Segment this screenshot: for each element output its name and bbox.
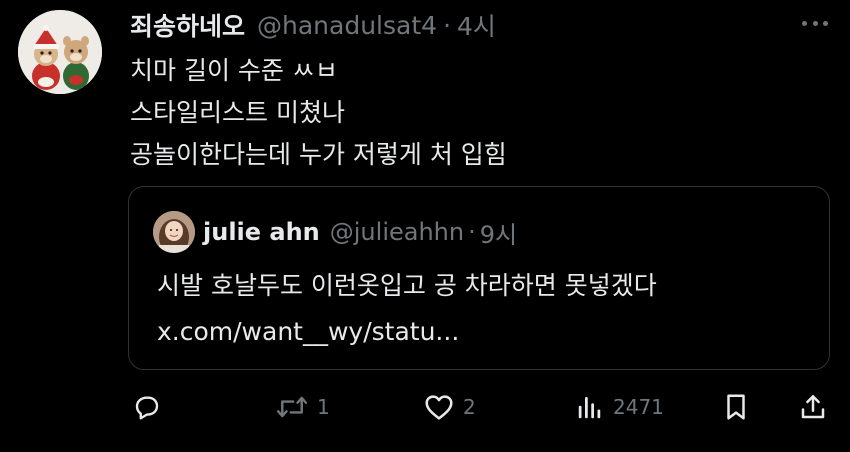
bookmark-button[interactable] bbox=[722, 384, 750, 430]
quoted-tweet-timestamp[interactable]: 9시 bbox=[480, 215, 517, 250]
quoted-author-avatar[interactable] bbox=[153, 211, 195, 253]
separator-dot: · bbox=[468, 218, 476, 246]
share-icon bbox=[801, 395, 825, 419]
quoted-tweet-card[interactable]: julie ahn @julieahhn · 9시 시발 호날두도 이런옷입고 … bbox=[128, 186, 830, 370]
like-button[interactable]: 2 bbox=[423, 384, 476, 430]
quoted-text-line: 시발 호날두도 이런옷입고 공 차라하면 못넣겠다 bbox=[157, 271, 657, 300]
more-dots-icon bbox=[802, 20, 807, 26]
retweet-icon bbox=[276, 396, 308, 418]
heart-icon bbox=[425, 395, 453, 420]
author-display-name[interactable]: 죄송하네오 bbox=[130, 7, 245, 43]
tweet-text-line: 치마 길이 수준 ㅆㅂ bbox=[130, 56, 338, 85]
views-count: 2471 bbox=[613, 395, 664, 419]
tweet-text-line: 스타일리스트 미쳤나 bbox=[130, 98, 345, 127]
quoted-tweet-text: 시발 호날두도 이런옷입고 공 차라하면 못넣겠다 x.com/want__wy… bbox=[157, 263, 657, 355]
like-count: 2 bbox=[463, 395, 476, 419]
more-options-button[interactable] bbox=[802, 13, 828, 33]
separator-dot: · bbox=[443, 10, 452, 40]
views-icon bbox=[578, 397, 601, 419]
quoted-author-name[interactable]: julie ahn bbox=[203, 218, 320, 246]
tweet-text: 치마 길이 수준 ㅆㅂ 스타일리스트 미쳤나 공놀이한다는데 누가 저렇게 처 … bbox=[130, 50, 507, 176]
plush-toys-avatar-icon bbox=[18, 10, 102, 94]
reply-icon bbox=[135, 396, 159, 420]
tweet-action-bar: 1 2 2471 bbox=[0, 384, 850, 430]
tweet-header: 죄송하네오 @hanadulsat4 · 4시 bbox=[130, 7, 496, 43]
tweet-text-line: 공놀이한다는데 누가 저렇게 처 입힘 bbox=[130, 140, 507, 169]
retweet-count: 1 bbox=[317, 395, 330, 419]
author-handle[interactable]: @hanadulsat4 bbox=[257, 11, 437, 40]
quoted-link[interactable]: x.com/want__wy/statu... bbox=[157, 309, 657, 355]
retweet-button[interactable]: 1 bbox=[275, 384, 330, 430]
author-avatar[interactable] bbox=[18, 10, 102, 94]
user-photo-avatar-icon bbox=[153, 211, 195, 253]
share-button[interactable] bbox=[798, 384, 828, 430]
reply-button[interactable] bbox=[132, 384, 170, 430]
tweet-timestamp[interactable]: 4시 bbox=[457, 7, 496, 43]
views-button[interactable]: 2471 bbox=[575, 384, 664, 430]
quoted-tweet-header: julie ahn @julieahhn · 9시 bbox=[203, 213, 517, 251]
bookmark-icon bbox=[727, 394, 745, 420]
quoted-author-handle[interactable]: @julieahhn bbox=[330, 218, 464, 246]
